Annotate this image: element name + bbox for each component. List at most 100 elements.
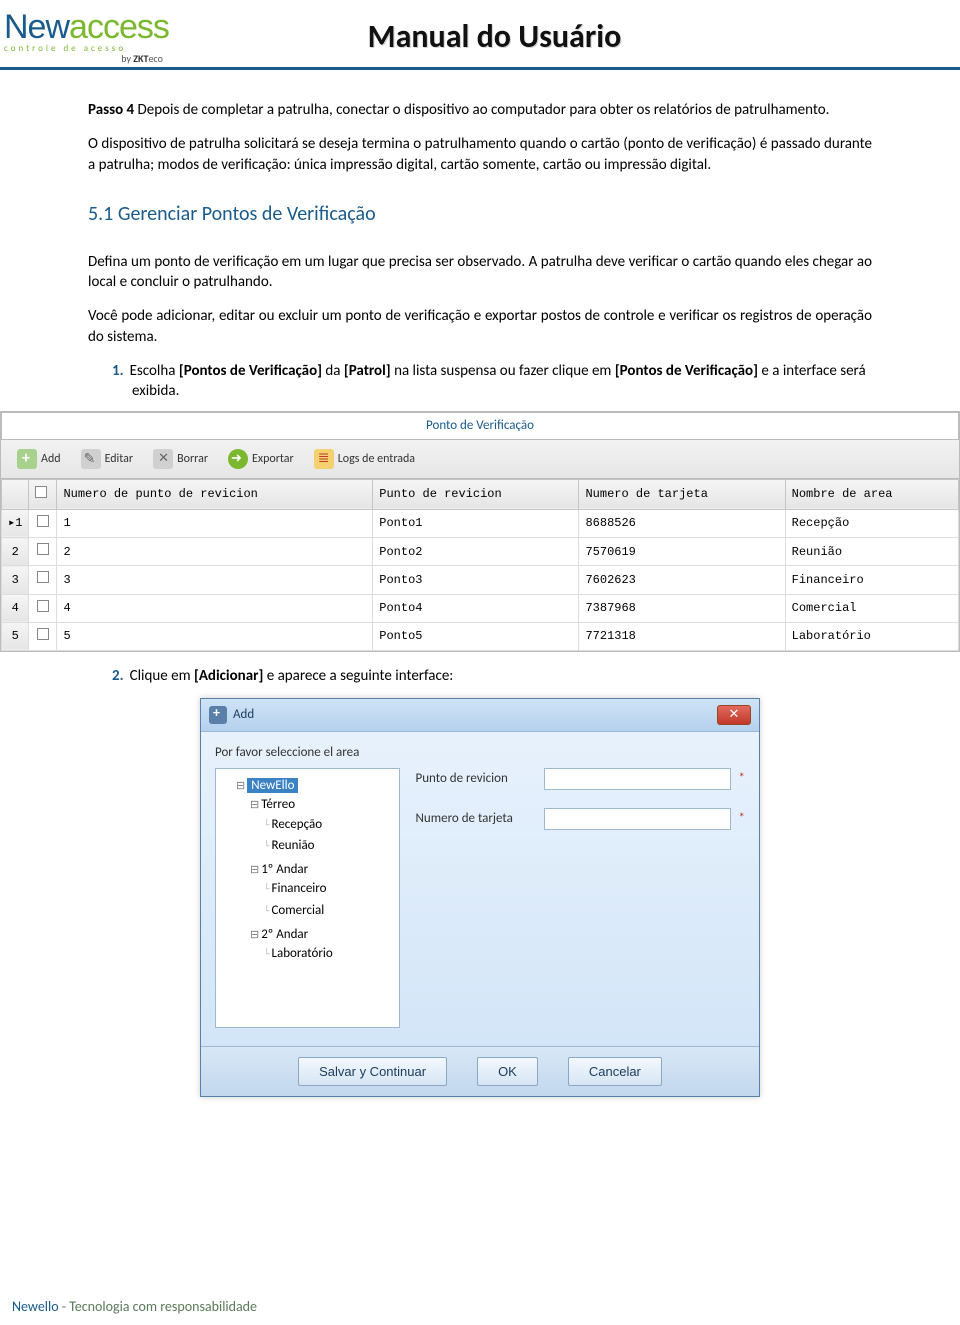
tree-leaf[interactable]: Laboratório xyxy=(264,943,393,965)
row-checkbox[interactable] xyxy=(29,622,57,650)
row-checkbox[interactable] xyxy=(29,538,57,566)
col-rowhead xyxy=(2,479,29,509)
window-title: Ponto de Verificação xyxy=(1,412,959,440)
paragraph-passo4: Passo 4 Depois de completar a patrulha, … xyxy=(88,100,872,120)
table-header-row: Numero de punto de revicion Punto de rev… xyxy=(2,479,959,509)
col-tarjeta[interactable]: Numero de tarjeta xyxy=(579,479,785,509)
required-marker: * xyxy=(739,770,745,788)
add-dialog: Add ✕ Por favor seleccione el area NewEl… xyxy=(200,698,760,1097)
cell-area: Laboratório xyxy=(785,622,958,650)
tree-leaf[interactable]: Comercial xyxy=(264,900,393,922)
edit-icon xyxy=(81,449,101,469)
logs-button[interactable]: Logs de entrada xyxy=(306,446,423,472)
col-checkbox[interactable] xyxy=(29,479,57,509)
footer-brand: Newello xyxy=(12,1298,59,1315)
col-area[interactable]: Nombre de area xyxy=(785,479,958,509)
table-row[interactable]: 3 3 Ponto3 7602623 Financeiro xyxy=(2,566,959,594)
area-tree[interactable]: NewElloTérreoRecepçãoReunião1º AndarFina… xyxy=(215,768,400,1028)
cell-tarjeta: 8688526 xyxy=(579,509,785,537)
col-punto[interactable]: Punto de revicion xyxy=(373,479,579,509)
cell-punto: Ponto3 xyxy=(373,566,579,594)
edit-button[interactable]: Editar xyxy=(73,446,142,472)
toolbar: Add Editar Borrar Exportar Logs de entra… xyxy=(1,440,959,479)
tree-node[interactable]: 1º AndarFinanceiroComercial xyxy=(250,859,393,924)
cell-punto: Ponto5 xyxy=(373,622,579,650)
col-numero[interactable]: Numero de punto de revicion xyxy=(57,479,373,509)
row-checkbox[interactable] xyxy=(29,594,57,622)
punto-label: Punto de revicion xyxy=(416,770,536,788)
cell-tarjeta: 7602623 xyxy=(579,566,785,594)
page-title: Manual do Usuário xyxy=(169,17,820,56)
row-indicator: ▸1 xyxy=(2,509,29,537)
cell-numero: 4 xyxy=(57,594,373,622)
dialog-titlebar[interactable]: Add ✕ xyxy=(201,699,759,732)
list-number: 1. xyxy=(112,362,124,380)
table-row[interactable]: 5 5 Ponto5 7721318 Laboratório xyxy=(2,622,959,650)
tree-root-node[interactable]: NewElloTérreoRecepçãoReunião1º AndarFina… xyxy=(236,775,393,969)
content-area: Passo 4 Depois de completar a patrulha, … xyxy=(0,70,960,1097)
cell-area: Comercial xyxy=(785,594,958,622)
table-row[interactable]: ▸1 1 Ponto1 8688526 Recepção xyxy=(2,509,959,537)
cell-punto: Ponto1 xyxy=(373,509,579,537)
delete-icon xyxy=(153,449,173,469)
row-indicator: 2 xyxy=(2,538,29,566)
export-icon xyxy=(228,449,248,469)
logo-text-access: access xyxy=(69,8,169,46)
cell-numero: 1 xyxy=(57,509,373,537)
close-button[interactable]: ✕ xyxy=(717,705,751,725)
tarjeta-input[interactable] xyxy=(544,808,731,830)
tree-node[interactable]: TérreoRecepçãoReunião xyxy=(250,794,393,859)
page-footer: Newello - Tecnologia com responsabilidad… xyxy=(0,1288,269,1325)
data-table: Numero de punto de revicion Punto de rev… xyxy=(1,479,959,651)
cell-tarjeta: 7387968 xyxy=(579,594,785,622)
paragraph-3: Defina um ponto de verificação em um lug… xyxy=(88,252,872,293)
logo-text-new: New xyxy=(4,8,69,46)
list-number: 2. xyxy=(112,667,124,685)
cell-punto: Ponto2 xyxy=(373,538,579,566)
cell-numero: 3 xyxy=(57,566,373,594)
delete-button[interactable]: Borrar xyxy=(145,446,216,472)
dialog-icon xyxy=(209,706,227,724)
section-heading: 5.1 Gerenciar Pontos de Verificação xyxy=(88,201,872,228)
area-select-label: Por favor seleccione el area xyxy=(215,744,400,762)
logs-icon xyxy=(314,449,334,469)
row-checkbox[interactable] xyxy=(29,566,57,594)
table-row[interactable]: 4 4 Ponto4 7387968 Comercial xyxy=(2,594,959,622)
paragraph-2: O dispositivo de patrulha solicitará se … xyxy=(88,134,872,175)
row-indicator: 4 xyxy=(2,594,29,622)
ok-button[interactable]: OK xyxy=(477,1057,538,1086)
cell-numero: 5 xyxy=(57,622,373,650)
tree-leaf[interactable]: Reunião xyxy=(264,835,393,857)
required-marker: * xyxy=(739,810,745,828)
punto-input[interactable] xyxy=(544,768,731,790)
save-continue-button[interactable]: Salvar y Continuar xyxy=(298,1057,447,1086)
list-item-2: 2.Clique em [Adicionar] e aparece a segu… xyxy=(132,666,872,686)
cell-tarjeta: 7570619 xyxy=(579,538,785,566)
cell-area: Reunião xyxy=(785,538,958,566)
cell-area: Financeiro xyxy=(785,566,958,594)
export-button[interactable]: Exportar xyxy=(220,446,302,472)
table-row[interactable]: 2 2 Ponto2 7570619 Reunião xyxy=(2,538,959,566)
cell-numero: 2 xyxy=(57,538,373,566)
cell-punto: Ponto4 xyxy=(373,594,579,622)
page-header: Newaccess controle de acesso by ZKTeco M… xyxy=(0,0,960,70)
cell-tarjeta: 7721318 xyxy=(579,622,785,650)
tree-leaf[interactable]: Recepção xyxy=(264,814,393,836)
paragraph-4: Você pode adicionar, editar ou excluir u… xyxy=(88,306,872,347)
row-indicator: 5 xyxy=(2,622,29,650)
logo: Newaccess controle de acesso by ZKTeco xyxy=(4,8,169,65)
dialog-title: Add xyxy=(233,706,717,724)
add-icon xyxy=(17,449,37,469)
row-checkbox[interactable] xyxy=(29,509,57,537)
cancel-button[interactable]: Cancelar xyxy=(568,1057,662,1086)
tarjeta-label: Numero de tarjeta xyxy=(416,810,536,828)
add-button[interactable]: Add xyxy=(9,446,69,472)
cell-area: Recepção xyxy=(785,509,958,537)
tree-node[interactable]: 2º AndarLaboratório xyxy=(250,924,393,967)
tree-leaf[interactable]: Financeiro xyxy=(264,878,393,900)
step-label: Passo 4 xyxy=(88,101,134,119)
verification-window: Ponto de Verificação Add Editar Borrar E… xyxy=(0,411,960,652)
list-item-1: 1.Escolha [Pontos de Verificação] da [Pa… xyxy=(132,361,872,402)
footer-text: - Tecnologia com responsabilidade xyxy=(59,1298,257,1315)
row-indicator: 3 xyxy=(2,566,29,594)
